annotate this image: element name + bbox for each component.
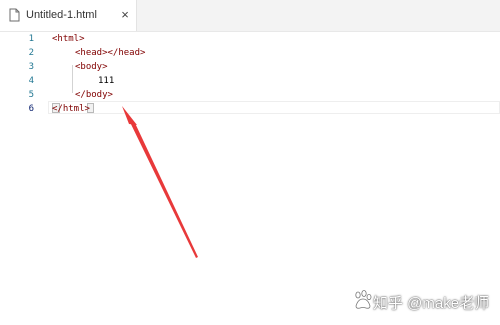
arrow-head [122,106,137,125]
red-arrow-icon [122,106,198,258]
baidu-paw-icon [355,290,372,309]
watermark-text: 知乎 @make老师 [373,295,490,312]
watermark: 知乎 @make老师 [352,286,497,316]
arrow-shaft [127,116,198,258]
